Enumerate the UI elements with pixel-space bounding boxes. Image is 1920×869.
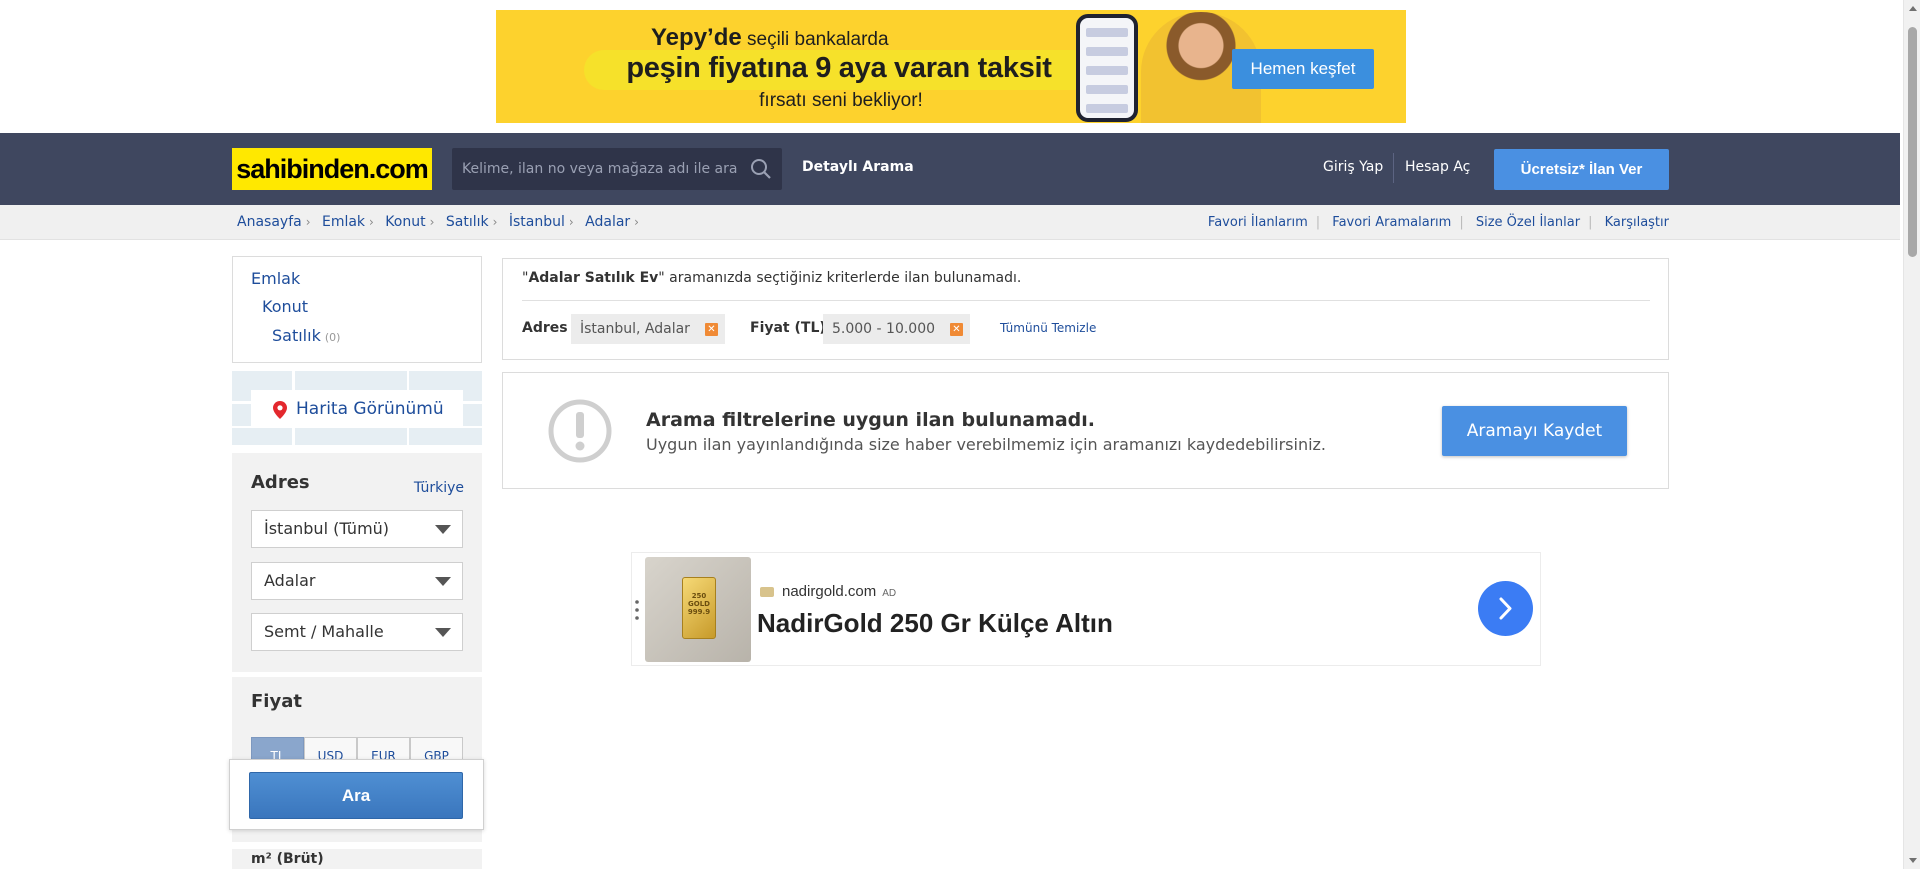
breadcrumb-item[interactable]: Konut — [385, 214, 425, 230]
chevron-right-icon: › — [305, 215, 311, 229]
login-link[interactable]: Giriş Yap — [1323, 159, 1383, 175]
breadcrumb-item[interactable]: Emlak — [322, 214, 365, 230]
category-emlak[interactable]: Emlak — [251, 269, 300, 288]
ad-title[interactable]: NadirGold 250 Gr Külçe Altın — [757, 608, 1113, 639]
close-icon[interactable]: ✕ — [705, 323, 718, 336]
advertiser-domain: nadirgold.com AD — [782, 583, 897, 600]
ad-line3: fırsatı seni bekliyor! — [759, 90, 923, 111]
search-summary: "Adalar Satılık Ev" aramanızda seçtiğini… — [502, 258, 1669, 360]
empty-state-subtitle: Uygun ilan yayınlandığında size haber ve… — [646, 435, 1327, 454]
breadcrumb: Anasayfa › Emlak › Konut › Satılık › İstanbu… — [237, 214, 646, 230]
country-link[interactable]: Türkiye — [414, 480, 464, 496]
map-view-label: Harita Görünümü — [296, 399, 444, 419]
search-box — [452, 148, 782, 190]
price-filter-title: Fiyat — [251, 691, 302, 712]
breadcrumb-bar: Anasayfa › Emlak › Konut › Satılık › İstanbu… — [0, 205, 1900, 240]
close-icon[interactable]: ✕ — [950, 323, 963, 336]
address-filter-panel: Adres Türkiye İstanbul (Tümü) Adalar Sem… — [232, 453, 482, 672]
chevron-right-icon: › — [634, 215, 639, 229]
register-link[interactable]: Hesap Aç — [1405, 159, 1470, 175]
top-banner-ad[interactable]: Yepy’de seçili bankalarda peşin fiyatına… — [496, 10, 1406, 123]
category-konut[interactable]: Konut — [262, 297, 308, 316]
header-divider — [1393, 153, 1394, 183]
personalized-listings-link[interactable]: Size Özel İlanlar — [1476, 215, 1580, 230]
alert-icon — [548, 399, 612, 463]
more-options-icon[interactable] — [635, 599, 639, 621]
post-ad-button[interactable]: Ücretsiz* İlan Ver — [1494, 149, 1669, 190]
area-filter-panel: m² (Brüt) — [232, 849, 482, 869]
search-button-container: Ara — [229, 759, 484, 830]
ad-product-image: 250 GOLD 999.9 — [645, 557, 751, 662]
category-tree: Emlak Konut Satılık (0) — [232, 256, 482, 363]
map-view-panel[interactable]: Harita Görünümü — [232, 371, 482, 445]
filter-chip-address: İstanbul, Adalar ✕ — [571, 314, 725, 344]
advertiser-favicon-icon — [760, 587, 774, 597]
ad-label: AD — [882, 588, 897, 599]
gold-bar-image: 250 GOLD 999.9 — [682, 577, 716, 639]
scroll-down-icon[interactable] — [1909, 858, 1917, 863]
no-results-message: "Adalar Satılık Ev" aramanızda seçtiğini… — [522, 270, 1022, 286]
ad-line2: peşin fiyatına 9 aya varan taksit — [626, 52, 1052, 84]
favorite-searches-link[interactable]: Favori Aramalarım — [1332, 215, 1451, 230]
area-filter-title: m² (Brüt) — [251, 851, 324, 867]
native-ad[interactable]: 250 GOLD 999.9 nadirgold.com AD NadirGold… — [631, 552, 1541, 666]
ad-line1: Yepy’de seçili bankalarda — [651, 24, 889, 51]
filter-chip-price: 5.000 - 10.000 ✕ — [823, 314, 970, 344]
scroll-up-icon[interactable] — [1909, 6, 1917, 11]
favorite-listings-link[interactable]: Favori İlanlarım — [1208, 215, 1308, 230]
scrollbar-thumb[interactable] — [1908, 27, 1917, 257]
dropdown-caret-icon — [435, 577, 451, 586]
chevron-right-icon — [1499, 597, 1512, 620]
search-button[interactable]: Ara — [249, 772, 463, 819]
site-logo[interactable]: sahibinden.com — [232, 148, 432, 190]
breadcrumb-item[interactable]: Anasayfa — [237, 214, 302, 230]
compare-link[interactable]: Karşılaştır — [1605, 215, 1669, 230]
ad-go-button[interactable] — [1478, 581, 1533, 636]
top-banner-area: Yepy’de seçili bankalarda peşin fiyatına… — [0, 0, 1900, 133]
search-icon[interactable] — [750, 158, 772, 180]
clear-all-filters-link[interactable]: Tümünü Temizle — [1000, 321, 1096, 335]
empty-state: Arama filtrelerine uygun ilan bulunamadı… — [502, 372, 1669, 489]
breadcrumb-item[interactable]: Adalar — [585, 214, 630, 230]
chevron-right-icon: › — [568, 215, 574, 229]
map-pin-icon — [273, 401, 287, 419]
filter-label-address: Adres — [522, 320, 568, 336]
address-filter-title: Adres — [251, 472, 310, 493]
dropdown-caret-icon — [435, 628, 451, 637]
quick-links: Favori İlanlarım | Favori Aramalarım | Siz… — [1207, 215, 1669, 230]
map-view-button[interactable]: Harita Görünümü — [251, 390, 463, 428]
chevron-right-icon: › — [369, 215, 374, 229]
breadcrumb-item[interactable]: Satılık — [446, 214, 489, 230]
phone-image — [1076, 14, 1138, 122]
category-count: (0) — [324, 331, 341, 344]
chevron-right-icon: › — [429, 215, 435, 229]
breadcrumb-item[interactable]: İstanbul — [509, 214, 565, 230]
city-select[interactable]: İstanbul (Tümü) — [251, 510, 463, 548]
detailed-search-link[interactable]: Detaylı Arama — [802, 159, 914, 175]
site-header: sahibinden.com Detaylı Arama Giriş Yap H… — [0, 133, 1900, 205]
category-satilik[interactable]: Satılık (0) — [272, 326, 340, 345]
ad-cta-button[interactable]: Hemen keşfet — [1232, 49, 1374, 89]
filter-label-price: Fiyat (TL) — [750, 320, 826, 336]
chevron-right-icon: › — [492, 215, 498, 229]
district-select[interactable]: Adalar — [251, 562, 463, 600]
search-input[interactable] — [452, 148, 737, 190]
dropdown-caret-icon — [435, 525, 451, 534]
empty-state-title: Arama filtrelerine uygun ilan bulunamadı… — [646, 409, 1096, 431]
save-search-button[interactable]: Aramayı Kaydet — [1442, 406, 1627, 456]
neighborhood-select[interactable]: Semt / Mahalle — [251, 613, 463, 651]
vertical-scrollbar[interactable] — [1903, 0, 1920, 869]
